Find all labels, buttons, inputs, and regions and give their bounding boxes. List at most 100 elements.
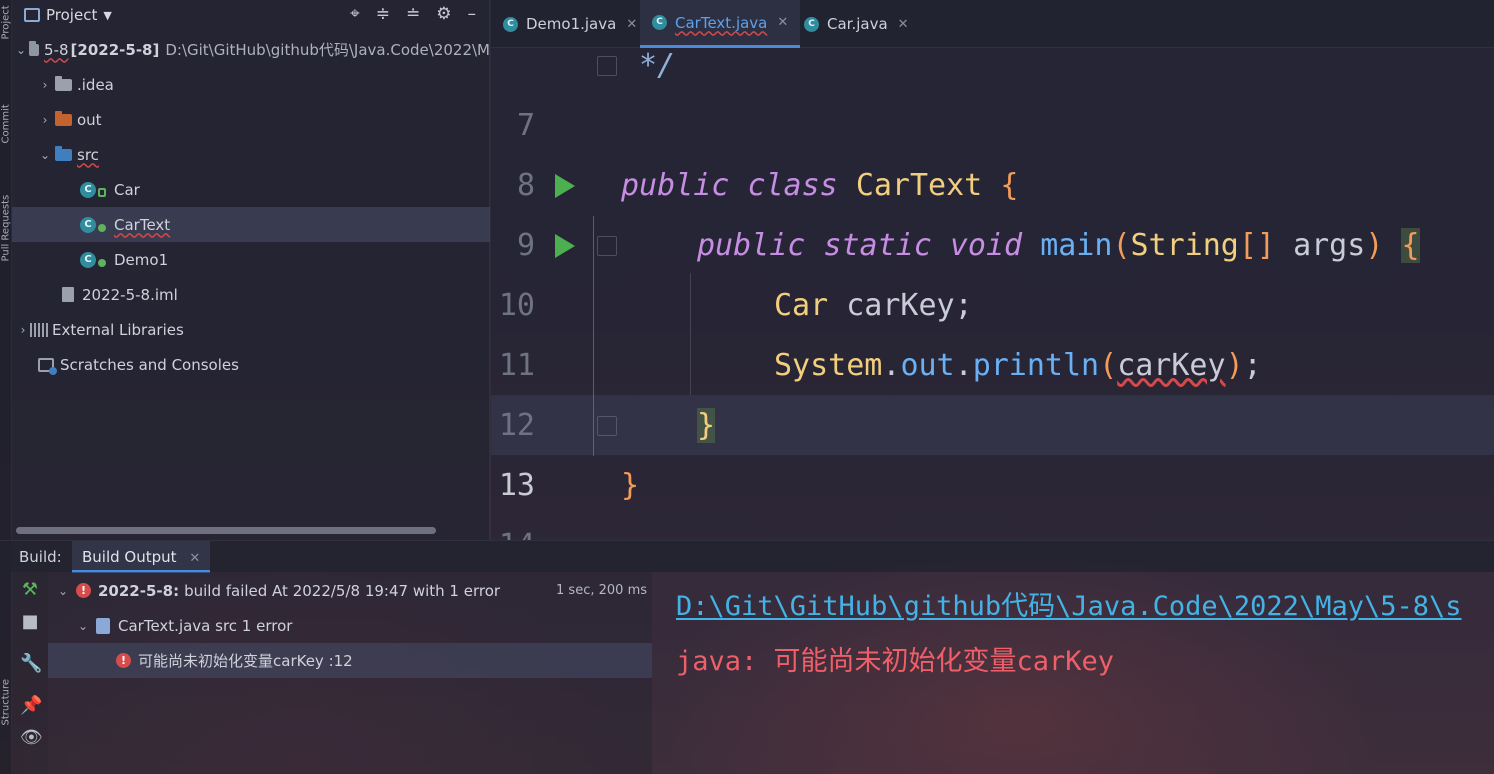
project-window-icon [24,8,40,22]
root-module: [2022-5-8] [70,40,160,59]
code-line-11: 11 Car carKey; [491,276,1494,383]
token: System [774,348,883,383]
tree-item-idea[interactable]: › .idea [12,67,490,102]
build-tool-window-header: Build: Build Output ✕ [0,540,1494,573]
tree-root-project[interactable]: ⌄ 5-8 [2022-5-8] D:\Git\GitHub\github代码\… [12,32,490,67]
chevron-right-icon[interactable]: › [38,113,52,127]
comment-end: */ [639,48,676,83]
chevron-right-icon[interactable]: › [16,323,30,337]
tree-item-scratches[interactable]: Scratches and Consoles [12,347,490,382]
eye-icon[interactable]: 👁 [20,728,43,748]
build-console-output[interactable]: D:\Git\GitHub\github代码\Java.Code\2022\Ma… [652,572,1494,774]
tree-item-car[interactable]: C Car [12,172,490,207]
chevron-down-icon[interactable]: ⌄ [38,148,52,162]
token-error: carKey [1117,348,1226,383]
minimize-icon[interactable]: – [468,4,477,24]
token: . [954,348,973,383]
console-file-link[interactable]: D:\Git\GitHub\github代码\Java.Code\2022\Ma… [676,584,1462,623]
stop-icon[interactable]: ■ [20,612,40,632]
tab-label: CarText.java [675,13,768,32]
runnable-icon [98,223,106,232]
structure-tool-button[interactable]: Structure [1,679,12,726]
class-icon: C [804,16,819,32]
token: carKey; [846,288,973,323]
project-view-selector[interactable]: Project ▼ [24,6,112,24]
run-icon[interactable] [555,174,575,198]
code-line-12: 12 System.out.println(carKey); [491,336,1494,443]
expand-all-icon[interactable]: ≑ [376,4,390,24]
build-root-text: build failed At 2022/5/8 19:47 with 1 er… [184,581,501,600]
build-result-error[interactable]: ! 可能尚未初始化变量carKey :12 [48,643,652,678]
build-root-name: 2022-5-8: [98,581,180,600]
tree-item-out[interactable]: › out [12,102,490,137]
token: main [1040,228,1113,263]
build-duration: 1 sec, 200 ms [556,583,647,598]
token: ; [1243,348,1262,383]
token: { [1000,168,1019,203]
chevron-right-icon[interactable]: › [38,78,52,92]
token: public [621,168,730,203]
project-tool-button[interactable]: Project [1,0,12,39]
collapse-all-icon[interactable]: ≐ [406,4,420,24]
source-folder-icon [55,145,72,161]
code-line-13: 13 } [491,396,1494,503]
tree-item-cartext[interactable]: C CarText [12,207,490,242]
tab-label: Build Output [82,548,177,566]
token: ( [1112,228,1131,263]
token: args [1293,228,1366,263]
token: . [882,348,901,383]
fold-marker-icon[interactable] [597,416,617,436]
code-line-7: 7 */ [491,48,1494,143]
chevron-down-icon[interactable]: ⌄ [16,43,26,57]
tree-item-external-libraries[interactable]: › External Libraries [12,312,490,347]
class-icon: C [652,15,667,30]
build-result-file[interactable]: ⌄ CarText.java src 1 error [48,608,652,643]
build-results-tree: ⌄ ! 2022-5-8: build failed At 2022/5/8 1… [48,572,652,774]
close-icon[interactable]: ✕ [626,17,637,32]
folder-icon [55,75,72,91]
tab-build-output[interactable]: Build Output ✕ [72,541,211,573]
chevron-down-icon[interactable]: ⌄ [56,584,70,598]
tree-item-src[interactable]: ⌄ src [12,137,490,172]
commit-tool-button[interactable]: Commit [1,104,12,143]
module-folder-icon [29,40,40,56]
tree-item-label: .idea [77,75,114,94]
tab-cartext[interactable]: C CarText.java ✕ [640,0,801,48]
build-result-root[interactable]: ⌄ ! 2022-5-8: build failed At 2022/5/8 1… [48,573,652,608]
tab-car[interactable]: C Car.java ✕ [792,0,921,48]
token: String [1130,228,1239,263]
editor-tab-bar: C Demo1.java ✕ C CarText.java ✕ C Car.ja… [491,0,1494,48]
scratches-icon [38,357,57,375]
pull-requests-tool-button[interactable]: Pull Requests [1,195,12,262]
locate-icon[interactable]: ⌖ [350,4,360,24]
tree-item-iml[interactable]: 2022-5-8.iml [12,277,490,312]
close-icon[interactable]: ✕ [189,551,200,566]
console-error-message: java: 可能尚未初始化变量carKey [676,646,1115,677]
code-editor[interactable]: 7 */ 8 9 public class CarText { 10 publi… [491,48,1494,540]
gear-icon[interactable]: ⚙ [436,4,451,24]
error-icon: ! [116,653,131,668]
line-number: 14 [491,516,535,540]
code-line-14: 14 } [491,456,1494,540]
close-icon[interactable]: ✕ [777,15,788,30]
wrench-icon[interactable]: 🔧 [20,654,42,674]
hammer-icon[interactable]: ⚒ [20,580,40,600]
project-horizontal-scrollbar[interactable] [16,527,436,534]
close-icon[interactable]: ✕ [898,17,909,32]
fold-marker-icon[interactable] [597,236,617,256]
token: } [621,468,640,503]
tab-demo1[interactable]: C Demo1.java ✕ [491,0,649,48]
run-icon[interactable] [555,234,575,258]
runnable-icon [98,258,106,267]
project-panel: Project ▼ ⌖ ≑ ≐ ⚙ – ⌄ 5-8 [2022-5-8] D:\… [12,0,490,540]
chevron-down-icon[interactable]: ⌄ [76,619,90,633]
tree-item-demo1[interactable]: C Demo1 [12,242,490,277]
fold-marker-icon[interactable] [597,56,617,76]
build-file-text: CarText.java src 1 error [118,616,293,635]
chevron-down-icon: ▼ [103,8,112,22]
tree-item-label: External Libraries [52,320,184,339]
pin-icon[interactable]: 📌 [20,696,42,716]
token: void [949,228,1023,263]
class-icon: C [80,181,96,198]
token: Car [774,288,829,323]
